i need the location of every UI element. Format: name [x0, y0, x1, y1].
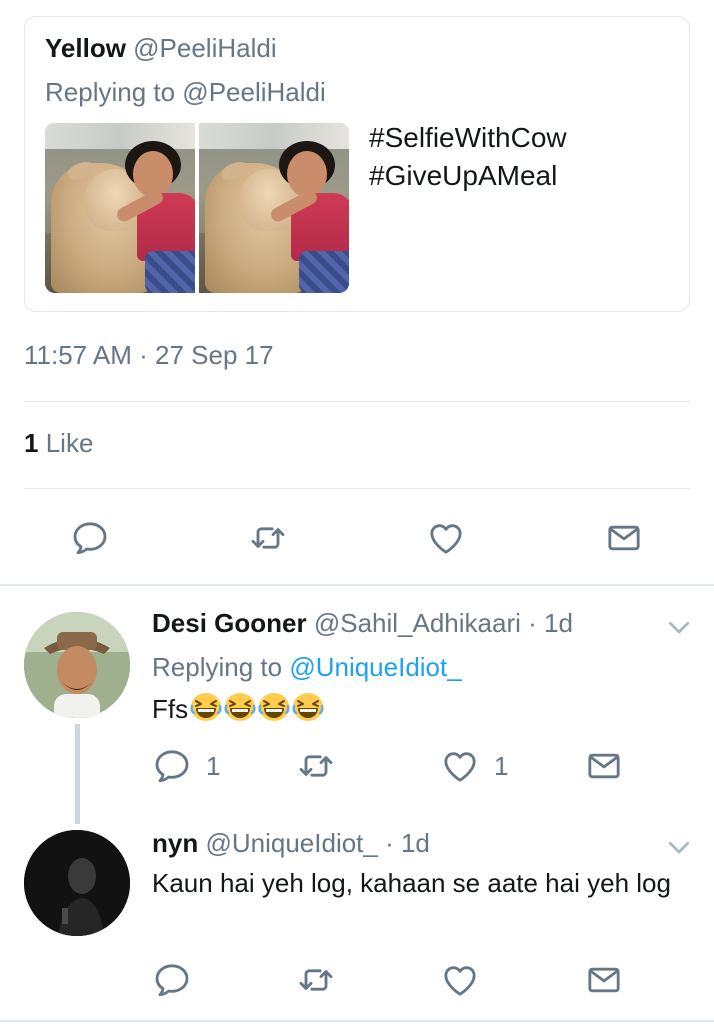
- retweet-icon: [296, 746, 336, 786]
- reply-author-name[interactable]: nyn: [152, 828, 198, 858]
- like-button[interactable]: [426, 514, 466, 562]
- reply-count: 1: [206, 750, 221, 781]
- reply-button[interactable]: [70, 514, 110, 562]
- avatar-image: [24, 830, 130, 936]
- avatar-image: [24, 612, 130, 718]
- quoted-tweet-header: Yellow @PeeliHaldi: [45, 33, 277, 64]
- like-button[interactable]: [440, 956, 494, 1004]
- likes-label: Like: [45, 428, 94, 458]
- likes-summary[interactable]: 1 Like: [24, 428, 93, 459]
- hashtag-link[interactable]: #SelfieWithCow: [369, 119, 567, 157]
- reply-context: Replying to @UniqueIdiot_: [152, 652, 462, 683]
- divider: [24, 401, 690, 402]
- reply-header: nyn @UniqueIdiot_ · 1d: [152, 828, 430, 859]
- reply-header: Desi Gooner @Sahil_Adhikaari · 1d: [152, 608, 573, 639]
- envelope-icon: [604, 518, 644, 558]
- quoted-tweet-photo-1[interactable]: [45, 123, 195, 293]
- reply-button[interactable]: [152, 956, 206, 1004]
- retweet-button[interactable]: [296, 742, 350, 790]
- grinning-squinting-face-emoji-icon: [224, 692, 256, 722]
- quoted-tweet-name: Yellow: [45, 33, 126, 63]
- quoted-tweet-replying-to: Replying to @PeeliHaldi: [45, 77, 326, 107]
- direct-message-button[interactable]: [584, 742, 624, 790]
- retweet-button[interactable]: [296, 956, 350, 1004]
- direct-message-button[interactable]: [584, 956, 624, 1004]
- avatar[interactable]: [24, 830, 130, 936]
- section-divider: [0, 584, 714, 586]
- reply-author-name[interactable]: Desi Gooner: [152, 608, 307, 638]
- avatar[interactable]: [24, 612, 130, 718]
- like-button[interactable]: 1: [440, 742, 508, 790]
- retweet-button[interactable]: [248, 514, 288, 562]
- grinning-squinting-face-emoji-icon: [292, 692, 324, 722]
- tweet-timestamp: 11:57 AM · 27 Sep 17: [24, 340, 274, 370]
- main-tweet-actions: [0, 514, 714, 562]
- reply-time: · 1d: [528, 608, 573, 638]
- reply-icon: [152, 746, 192, 786]
- quoted-tweet-handle: @PeeliHaldi: [133, 33, 277, 63]
- like-count: 1: [494, 750, 509, 781]
- grinning-squinting-face-emoji-icon: [190, 692, 222, 722]
- reply-icon: [70, 518, 110, 558]
- reply-text: Ffs: [152, 690, 692, 728]
- grinning-squinting-face-emoji-icon: [258, 692, 290, 722]
- heart-icon: [440, 746, 480, 786]
- quoted-tweet-text: #SelfieWithCow #GiveUpAMeal: [369, 119, 567, 195]
- likes-count: 1: [24, 428, 39, 458]
- reply-actions: [0, 956, 714, 1004]
- hashtag-link[interactable]: #GiveUpAMeal: [369, 157, 567, 195]
- mention-link[interactable]: @UniqueIdiot_: [289, 652, 461, 682]
- retweet-icon: [296, 960, 336, 1000]
- retweet-icon: [248, 518, 288, 558]
- heart-icon: [440, 960, 480, 1000]
- reply-author-handle: @UniqueIdiot_: [205, 828, 378, 858]
- chevron-down-icon[interactable]: [664, 832, 694, 862]
- replying-to-prefix: Replying to: [152, 652, 283, 682]
- reply-actions: 1 1: [0, 742, 714, 790]
- quoted-tweet-card[interactable]: Yellow @PeeliHaldi Replying to @PeeliHal…: [24, 16, 690, 312]
- reply-icon: [152, 960, 192, 1000]
- quoted-tweet-photo-2[interactable]: [199, 123, 349, 293]
- reply-time: · 1d: [385, 828, 430, 858]
- envelope-icon: [584, 746, 624, 786]
- reply-button[interactable]: 1: [152, 742, 220, 790]
- heart-icon: [426, 518, 466, 558]
- chevron-down-icon[interactable]: [664, 612, 694, 642]
- section-divider: [0, 1020, 714, 1022]
- reply-author-handle: @Sahil_Adhikaari: [313, 608, 521, 638]
- reply-text-content: Ffs: [152, 694, 189, 724]
- envelope-icon: [584, 960, 624, 1000]
- divider: [24, 488, 690, 489]
- quoted-tweet-photos[interactable]: [45, 123, 349, 293]
- reply-text: Kaun hai yeh log, kahaan se aate hai yeh…: [152, 868, 671, 898]
- direct-message-button[interactable]: [604, 514, 644, 562]
